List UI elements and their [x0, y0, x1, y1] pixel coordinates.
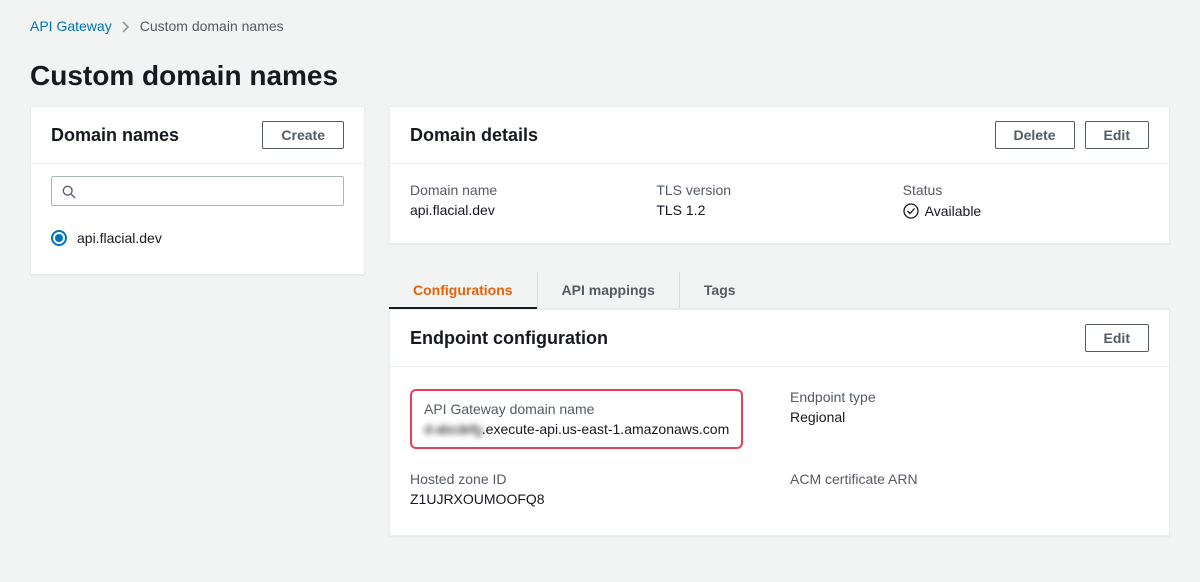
status-label: Status	[903, 182, 1149, 198]
breadcrumb-current: Custom domain names	[140, 18, 284, 34]
api-gateway-domain-value: d-abcdefg.execute-api.us-east-1.amazonaw…	[424, 421, 729, 437]
tabs: Configurations API mappings Tags	[389, 272, 1170, 309]
delete-button[interactable]: Delete	[995, 121, 1075, 149]
domain-item-label: api.flacial.dev	[77, 230, 162, 246]
radio-checked-icon[interactable]	[51, 230, 67, 246]
status-value: Available	[925, 203, 982, 219]
edit-button[interactable]: Edit	[1085, 121, 1149, 149]
tls-version-value: TLS 1.2	[656, 202, 902, 218]
breadcrumb-root-link[interactable]: API Gateway	[30, 18, 112, 34]
domain-details-title: Domain details	[410, 125, 538, 146]
search-icon	[62, 183, 76, 199]
breadcrumb: API Gateway Custom domain names	[0, 0, 1200, 42]
api-gateway-domain-suffix: .execute-api.us-east-1.amazonaws.com	[482, 421, 729, 437]
check-circle-icon	[903, 202, 919, 219]
hosted-zone-label: Hosted zone ID	[410, 471, 750, 487]
endpoint-edit-button[interactable]: Edit	[1085, 324, 1149, 352]
domain-details-panel: Domain details Delete Edit Domain name a…	[389, 106, 1170, 244]
domain-name-value: api.flacial.dev	[410, 202, 656, 218]
endpoint-config-panel: Endpoint configuration Edit API Gateway …	[389, 309, 1170, 536]
search-input-wrap[interactable]	[51, 176, 344, 206]
tab-tags[interactable]: Tags	[680, 272, 760, 308]
create-button[interactable]: Create	[262, 121, 344, 149]
tab-configurations[interactable]: Configurations	[389, 272, 538, 308]
tab-api-mappings[interactable]: API mappings	[538, 272, 680, 308]
domain-list-item[interactable]: api.flacial.dev	[51, 222, 344, 254]
redacted-prefix: d-abcdefg	[424, 421, 482, 437]
page-title: Custom domain names	[0, 42, 1200, 106]
domain-names-panel: Domain names Create api.flacial.dev	[30, 106, 365, 275]
tls-version-label: TLS version	[656, 182, 902, 198]
api-gateway-domain-highlight: API Gateway domain name d-abcdefg.execut…	[410, 389, 743, 449]
domain-name-label: Domain name	[410, 182, 656, 198]
domain-names-title: Domain names	[51, 125, 179, 146]
endpoint-config-title: Endpoint configuration	[410, 328, 608, 349]
api-gateway-domain-label: API Gateway domain name	[424, 401, 729, 417]
acm-arn-label: ACM certificate ARN	[790, 471, 1149, 487]
endpoint-type-value: Regional	[790, 409, 1149, 425]
hosted-zone-value: Z1UJRXOUMOOFQ8	[410, 491, 750, 507]
search-input[interactable]	[84, 183, 333, 199]
endpoint-type-label: Endpoint type	[790, 389, 1149, 405]
chevron-right-icon	[122, 18, 130, 34]
